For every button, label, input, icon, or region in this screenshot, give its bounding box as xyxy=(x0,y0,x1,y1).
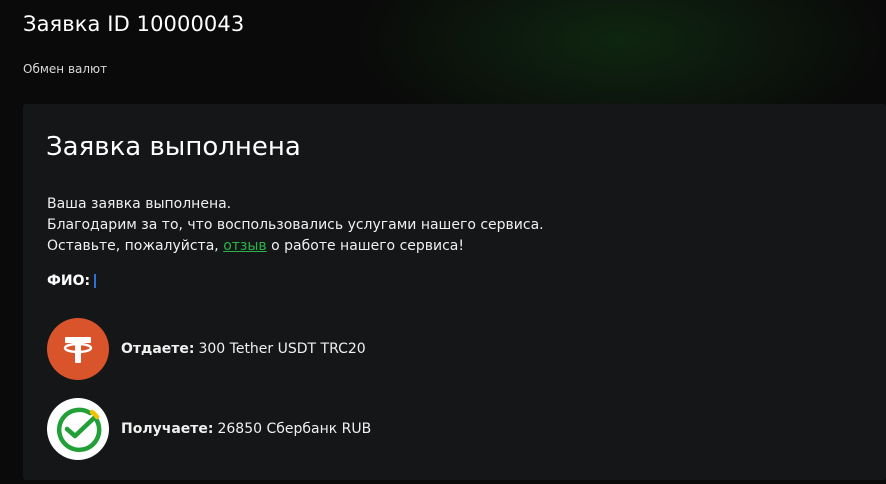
fio-caret xyxy=(94,274,97,288)
order-status-card: Заявка выполнена Ваша заявка выполнена. … xyxy=(23,104,886,480)
give-text: Отдаете: 300 Tether USDT TRC20 xyxy=(121,341,366,357)
sberbank-symbol xyxy=(56,407,102,453)
give-label: Отдаете: xyxy=(121,341,195,357)
get-label: Получаете: xyxy=(121,421,214,437)
review-link[interactable]: отзыв xyxy=(223,238,266,254)
get-value: 26850 Сбербанк RUB xyxy=(217,421,372,437)
breadcrumb[interactable]: Обмен валют xyxy=(23,62,107,76)
tether-icon xyxy=(47,318,109,380)
give-row: Отдаете: 300 Tether USDT TRC20 xyxy=(47,318,366,380)
page-title: Заявка ID 10000043 xyxy=(23,12,245,36)
fio-field: ФИО: xyxy=(47,273,97,289)
message-line-3-end: о работе нашего сервиса! xyxy=(271,238,465,254)
tether-symbol xyxy=(63,337,93,363)
message-line-2: Благодарим за то, что воспользовались ус… xyxy=(47,217,544,233)
card-title: Заявка выполнена xyxy=(46,132,301,162)
get-text: Получаете: 26850 Сбербанк RUB xyxy=(121,421,371,437)
sberbank-icon xyxy=(47,398,109,460)
fio-label: ФИО: xyxy=(47,273,91,289)
message-line-3: Оставьте, пожалуйста, отзыв о работе наш… xyxy=(47,236,544,257)
give-value: 300 Tether USDT TRC20 xyxy=(198,341,366,357)
page: Заявка ID 10000043 Обмен валют Заявка вы… xyxy=(0,0,886,484)
status-message: Ваша заявка выполнена. Благодарим за то,… xyxy=(47,194,544,257)
message-line-1: Ваша заявка выполнена. xyxy=(47,196,232,212)
get-row: Получаете: 26850 Сбербанк RUB xyxy=(47,398,371,460)
message-line-3-start: Оставьте, пожалуйста, xyxy=(47,238,219,254)
